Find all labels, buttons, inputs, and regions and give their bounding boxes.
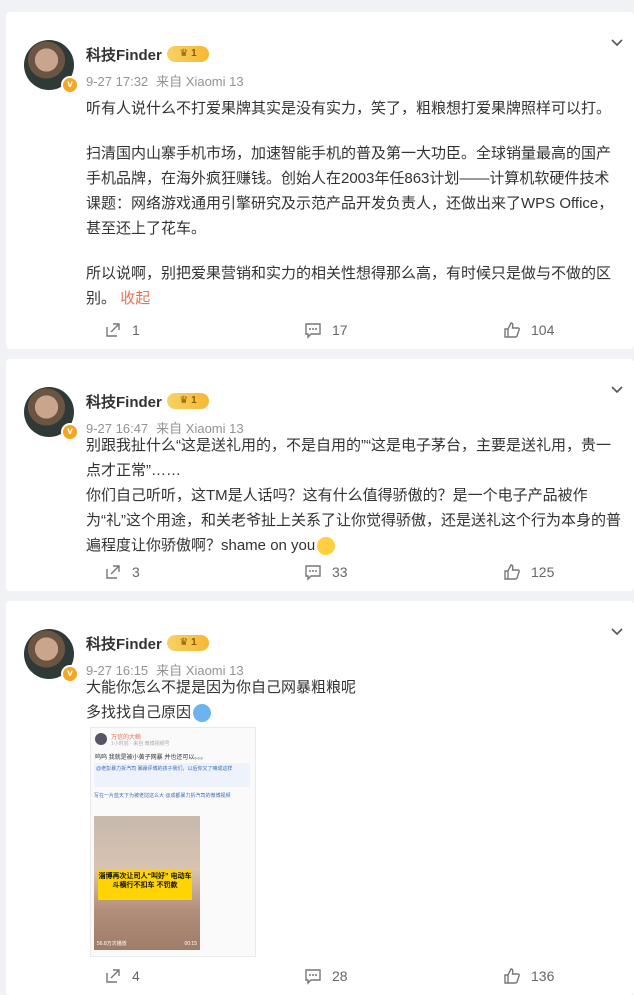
- like-count: 136: [531, 968, 555, 984]
- share-button[interactable]: 1: [104, 311, 140, 349]
- comment-icon: [305, 323, 321, 339]
- embed-meta: 1小时前 · 来自 微博视频号: [111, 741, 170, 747]
- share-icon: [106, 323, 120, 337]
- post-paragraph: 多找找自己原因: [86, 700, 622, 725]
- post-paragraph: 别跟我扯什么“这是送礼用的，不是自用的”“这是电子茅台，主要是送礼用，贵一点才正…: [86, 437, 611, 479]
- embedded-screenshot-image[interactable]: 万信的大鲸 1小时前 · 来自 微博视频号 呜呜 我就是被小黄子网暴 并也还可以…: [90, 727, 256, 957]
- post-card: v 科技Finder ♛ 1 9-27 16:47 来自 Xiaomi 13 别跟…: [6, 359, 634, 591]
- facepalm-emoji-icon: [193, 704, 212, 723]
- post-meta: 9-27 17:32 来自 Xiaomi 13: [86, 71, 244, 90]
- post-actions: 4 28 136: [6, 957, 634, 995]
- comment-count: 33: [332, 564, 348, 580]
- like-count: 125: [531, 564, 555, 580]
- comment-count: 17: [332, 322, 348, 338]
- share-count: 3: [132, 564, 140, 580]
- post-paragraph: 扫清国内山寨手机市场，加速智能手机的普及第一大功臣。全球销量最高的国产手机品牌，…: [86, 145, 614, 237]
- like-count: 104: [531, 322, 555, 338]
- share-icon: [106, 565, 120, 579]
- verified-badge: v: [61, 76, 79, 94]
- level-number: 1: [191, 637, 197, 648]
- chevron-down-icon[interactable]: [610, 385, 624, 395]
- comment-icon: [305, 969, 321, 985]
- post-paragraph: 你们自己听听，这TM是人话吗？这有什么值得骄傲的？是一个电子产品被作为“礼”这个…: [86, 483, 622, 558]
- share-count: 4: [132, 968, 140, 984]
- post-paragraph: 大能你怎么不提是因为你自己网暴粗粮呢: [86, 679, 357, 696]
- post-content: 大能你怎么不提是因为你自己网暴粗粮呢 多找找自己原因: [86, 675, 622, 725]
- verified-badge: v: [61, 423, 79, 441]
- collapse-label: 收起: [120, 290, 151, 307]
- share-button[interactable]: 4: [104, 957, 140, 995]
- post-source: 来自 Xiaomi 13: [156, 74, 244, 89]
- post-paragraph: 所以说啊，别把爱果营销和实力的相关性想得那么高，有时候只是做与不做的区别。 收起: [86, 261, 622, 311]
- level-badge[interactable]: ♛ 1: [167, 635, 209, 651]
- embed-quote: @老彭暴力拆汽司 暴躁评博的孩子我们，以后你又了嘛成这样: [94, 763, 250, 787]
- thumbs-up-icon: [504, 564, 520, 580]
- post-paragraph-text: 多找找自己原因: [86, 704, 192, 721]
- level-number: 1: [191, 48, 197, 59]
- post-paragraph: 听有人说什么不打爱果牌其实是没有实力，笑了，粗粮想打爱果牌照样可以打。: [86, 100, 612, 117]
- comment-icon: [305, 565, 321, 581]
- share-icon: [106, 969, 120, 983]
- comment-count: 28: [332, 968, 348, 984]
- post-card: v 科技Finder ♛ 1 9-27 17:32 来自 Xiaomi 13 听有…: [6, 12, 634, 349]
- post-actions: 3 33 125: [6, 553, 634, 591]
- post-content: 听有人说什么不打爱果牌其实是没有实力，笑了，粗粮想打爱果牌照样可以打。 扫清国内…: [86, 96, 622, 311]
- post-actions: 1 17 104: [6, 311, 634, 349]
- thumbs-up-icon: [504, 968, 520, 984]
- post-paragraph-text: 所以说啊，别把爱果营销和实力的相关性想得那么高，有时候只是做与不做的区别。: [86, 265, 612, 307]
- post-paragraph-text: 你们自己听听，这TM是人话吗？这有什么值得骄傲的？是一个电子产品被作为“礼”这个…: [86, 487, 621, 554]
- post-content: 别跟我扯什么“这是送礼用的，不是自用的”“这是电子茅台，主要是送礼用，贵一点才正…: [86, 433, 622, 558]
- weibo-feed: v 科技Finder ♛ 1 9-27 17:32 来自 Xiaomi 13 听有…: [0, 0, 634, 995]
- embed-quote-secondary: 写在一片蓝天下为被老挝这么大 @成都暴力拆汽司的微博视频: [94, 793, 231, 799]
- embed-avatar: [95, 733, 107, 745]
- comment-button[interactable]: 17: [304, 311, 348, 349]
- like-button[interactable]: 104: [503, 311, 554, 349]
- embed-video-thumbnail: 淄博再次让司人“叫好” 电动车斗横行不扣车 不罚款 56.8万次播放 00:15: [94, 816, 200, 950]
- author-name[interactable]: 科技Finder: [86, 391, 162, 412]
- embed-text: 呜呜 我就是被小黄子网暴 并也还可以。。。: [95, 755, 207, 761]
- chevron-down-icon[interactable]: [610, 38, 624, 48]
- post-card: v 科技Finder ♛ 1 9-27 16:15 来自 Xiaomi 13 大能…: [6, 601, 634, 995]
- comment-button[interactable]: 28: [304, 957, 348, 995]
- collapse-link[interactable]: 收起: [116, 290, 150, 307]
- embed-video-caption: 淄博再次让司人“叫好” 电动车斗横行不扣车 不罚款: [98, 870, 192, 900]
- author-name[interactable]: 科技Finder: [86, 633, 162, 654]
- chevron-down-icon[interactable]: [610, 627, 624, 637]
- like-button[interactable]: 125: [503, 553, 554, 591]
- author-name[interactable]: 科技Finder: [86, 44, 162, 65]
- verified-badge: v: [61, 665, 79, 683]
- embed-duration: 00:15: [184, 941, 197, 947]
- comment-button[interactable]: 33: [304, 553, 348, 591]
- post-time[interactable]: 9-27 17:32: [86, 74, 148, 89]
- level-badge[interactable]: ♛ 1: [167, 46, 209, 62]
- share-count: 1: [132, 322, 140, 338]
- level-number: 1: [191, 395, 197, 406]
- thumbs-up-icon: [504, 322, 520, 338]
- like-button[interactable]: 136: [503, 957, 554, 995]
- share-button[interactable]: 3: [104, 553, 140, 591]
- level-badge[interactable]: ♛ 1: [167, 393, 209, 409]
- embed-view-count: 56.8万次播放: [97, 941, 127, 947]
